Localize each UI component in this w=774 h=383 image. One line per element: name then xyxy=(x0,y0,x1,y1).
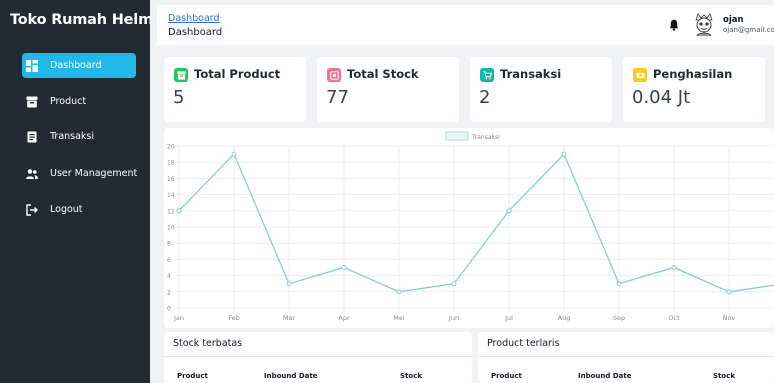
breadcrumb-link[interactable]: Dashboard xyxy=(168,13,220,24)
product-icon xyxy=(26,96,38,108)
data-point xyxy=(396,289,402,295)
brand-title: Toko Rumah Helm xyxy=(10,12,153,28)
sidebar-item-label: Dashboard xyxy=(50,60,102,71)
user-email: ojan@gmail.co xyxy=(723,26,774,34)
column-header-stock: Stock xyxy=(400,372,423,380)
avatar[interactable] xyxy=(693,13,715,37)
y-tick-label: 20 xyxy=(167,144,175,151)
sidebar-item-label: Transaksi xyxy=(50,131,95,142)
receipt-icon xyxy=(26,131,38,143)
y-tick-label: 0 xyxy=(167,306,171,313)
stat-card-transaksi: Transaksi 2 xyxy=(470,57,612,122)
column-header-stock: Stock xyxy=(713,372,736,380)
stat-title: Total Product xyxy=(194,67,281,81)
divider xyxy=(478,356,774,357)
y-tick-label: 18 xyxy=(167,160,175,167)
data-point xyxy=(231,151,237,157)
x-tick-label: Nov xyxy=(723,314,736,322)
stat-card-total-product: Total Product 5 xyxy=(164,57,306,122)
y-tick-label: 14 xyxy=(167,192,175,199)
x-tick-label: Mei xyxy=(393,314,405,322)
data-point xyxy=(286,281,292,287)
panel-title: Stock terbatas xyxy=(173,338,243,349)
sidebar-item-label: Product xyxy=(50,96,87,107)
x-tick-label: Oct xyxy=(668,314,680,322)
data-point xyxy=(176,208,182,214)
y-tick-label: 2 xyxy=(167,289,171,296)
x-tick-label: Feb xyxy=(228,314,240,322)
x-tick-label: Jul xyxy=(504,314,513,322)
column-header-inbound-date: Inbound Date xyxy=(578,372,632,380)
x-tick-label: Aug xyxy=(558,314,571,322)
stat-value: 2 xyxy=(479,87,491,108)
data-point xyxy=(451,281,457,287)
data-point xyxy=(616,281,622,287)
data-point xyxy=(671,265,677,270)
stat-value: 5 xyxy=(173,87,185,108)
x-tick-label: Sep xyxy=(613,314,625,322)
stat-title: Total Stock xyxy=(347,67,419,81)
sidebar-item-logout[interactable]: Logout xyxy=(22,197,136,222)
stat-value: 77 xyxy=(326,87,349,108)
logout-icon xyxy=(26,203,38,216)
divider xyxy=(164,356,472,357)
top-header: Dashboard Dashboard ojan ojan@gmail.co xyxy=(157,5,774,45)
page-title: Dashboard xyxy=(168,27,223,38)
stat-card-penghasilan: Penghasilan 0.04 Jt xyxy=(623,57,765,122)
series-line xyxy=(178,152,774,293)
data-point xyxy=(506,208,512,214)
stat-value: 0.04 Jt xyxy=(632,87,691,108)
users-icon xyxy=(26,168,38,180)
x-tick-label: Apr xyxy=(338,314,350,322)
sidebar: Toko Rumah Helm Dashboard Product Transa… xyxy=(0,0,153,383)
y-tick-label: 6 xyxy=(167,257,171,264)
stock-terbatas-panel: Stock terbatas Product Inbound Date Stoc… xyxy=(164,332,472,383)
stock-icon xyxy=(327,68,341,82)
column-header-product: Product xyxy=(177,372,208,380)
sidebar-item-product[interactable]: Product xyxy=(22,89,136,114)
stat-card-total-stock: Total Stock 77 xyxy=(317,57,459,122)
y-tick-label: 10 xyxy=(167,225,175,232)
line-chart: 0 2 4 6 8 10 12 14 16 18 20 Jan Feb Mar Apr Mei Jun Jul Au… xyxy=(167,131,774,322)
y-tick-label: 16 xyxy=(167,176,175,183)
sidebar-item-dashboard[interactable]: Dashboard xyxy=(22,53,136,78)
sidebar-item-label: Logout xyxy=(50,204,83,215)
product-icon xyxy=(174,68,188,82)
y-tick-label: 12 xyxy=(167,208,175,215)
data-point xyxy=(341,265,347,270)
panel-title: Product terlaris xyxy=(487,338,560,349)
product-terlaris-panel: Product terlaris Product Inbound Date St… xyxy=(478,332,774,383)
bell-icon[interactable] xyxy=(669,19,679,31)
x-tick-label: Mar xyxy=(283,314,296,322)
sidebar-item-transaksi[interactable]: Transaksi xyxy=(22,124,136,149)
data-point xyxy=(561,151,567,157)
money-icon xyxy=(633,68,647,82)
transaksi-chart: 0 2 4 6 8 10 12 14 16 18 20 Jan Feb Mar Apr Mei Jun Jul Au… xyxy=(164,128,774,328)
stat-title: Penghasilan xyxy=(653,67,733,81)
user-name: ojan xyxy=(723,15,744,25)
sidebar-item-label: User Management xyxy=(50,168,138,179)
y-tick-label: 8 xyxy=(167,241,171,248)
sidebar-item-user-management[interactable]: User Management xyxy=(22,161,138,186)
x-tick-label: Jun xyxy=(448,314,459,322)
legend-label: Transaksi xyxy=(471,134,500,141)
data-point xyxy=(726,289,732,295)
column-header-product: Product xyxy=(491,372,522,380)
legend-swatch xyxy=(445,131,469,141)
cart-icon xyxy=(480,68,494,82)
column-header-inbound-date: Inbound Date xyxy=(264,372,318,380)
x-tick-label: Jan xyxy=(173,314,184,322)
stat-title: Transaksi xyxy=(500,67,562,81)
y-tick-label: 4 xyxy=(167,273,171,280)
dashboard-icon xyxy=(26,59,38,72)
